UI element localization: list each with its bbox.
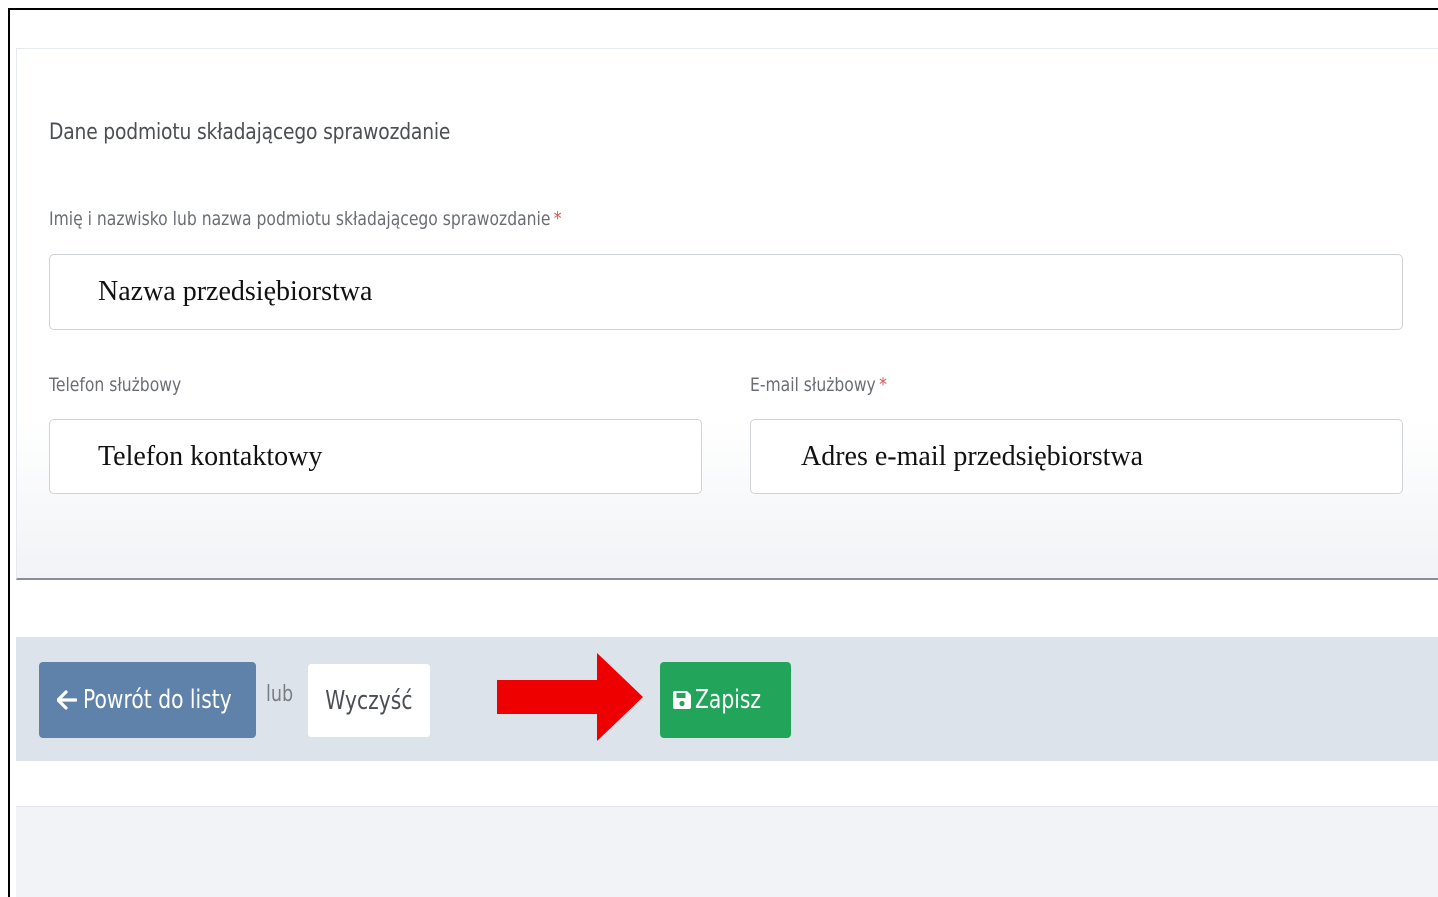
- email-input-value: Adres e-mail przedsiębiorstwa: [801, 440, 1144, 472]
- phone-label-text: Telefon służbowy: [49, 374, 182, 396]
- save-button[interactable]: Zapisz: [660, 662, 791, 738]
- arrow-left-icon: [57, 690, 77, 710]
- save-button-label: Zapisz: [694, 685, 761, 715]
- email-field-label: E-mail służbowy *: [750, 374, 887, 396]
- required-asterisk: *: [879, 374, 887, 396]
- clear-button-label: Wyczyść: [325, 685, 413, 716]
- red-arrow-icon: [497, 653, 643, 741]
- phone-input[interactable]: Telefon kontaktowy: [49, 419, 702, 494]
- email-input[interactable]: Adres e-mail przedsiębiorstwa: [750, 419, 1403, 494]
- phone-input-value: Telefon kontaktowy: [98, 440, 323, 472]
- name-input[interactable]: Nazwa przedsiębiorstwa: [49, 254, 1403, 330]
- frame-border-top: [8, 8, 1438, 10]
- frame-border-left: [8, 8, 10, 897]
- name-field-label: Imię i nazwisko lub nazwa podmiotu skład…: [49, 208, 562, 230]
- name-label-text: Imię i nazwisko lub nazwa podmiotu skład…: [49, 208, 551, 230]
- back-to-list-button[interactable]: Powrót do listy: [39, 662, 256, 738]
- clear-button[interactable]: Wyczyść: [308, 664, 430, 737]
- section-title: Dane podmiotu składającego sprawozdanie: [49, 120, 451, 145]
- back-button-label: Powrót do listy: [83, 685, 232, 715]
- phone-field-label: Telefon służbowy: [49, 374, 181, 396]
- required-asterisk: *: [553, 208, 562, 230]
- page-bottom-area: [16, 807, 1438, 897]
- email-label-text: E-mail służbowy: [750, 374, 876, 396]
- floppy-disk-icon: [672, 691, 691, 709]
- name-input-value: Nazwa przedsiębiorstwa: [98, 276, 373, 307]
- actions-separator: lub: [266, 682, 294, 707]
